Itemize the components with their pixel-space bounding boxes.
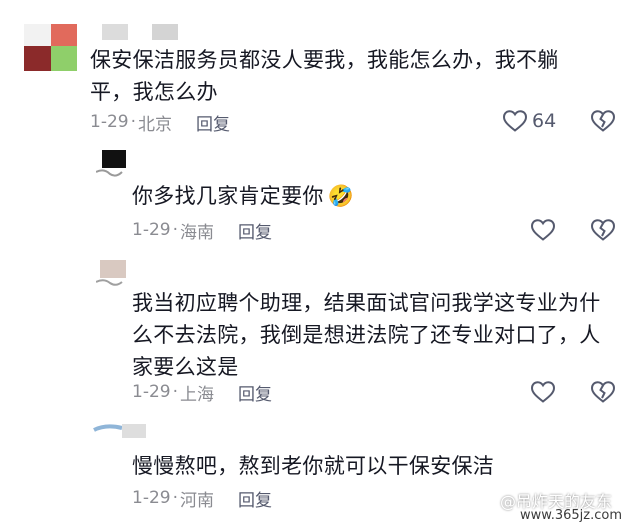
username-redacted (152, 24, 178, 40)
dislike-button[interactable] (590, 380, 616, 404)
dislike-button[interactable] (590, 218, 616, 242)
avatar[interactable] (96, 150, 128, 180)
comment-text: 你多找几家肯定要你 🤣 (132, 180, 552, 212)
avatar[interactable] (24, 24, 77, 71)
comment-text-content: 你多找几家肯定要你 (132, 184, 324, 208)
heart-icon (502, 109, 528, 133)
comment-location: 北京 (138, 114, 172, 135)
watermark-url: www.365jz.com (520, 508, 622, 523)
comment-screen: { "comments": [ { "text": "保安保洁服务员都没人要我，… (0, 0, 640, 525)
comment-date: 1-29 (132, 382, 171, 402)
comment-text: 我当初应聘个助理，结果面试官问我学这专业为什么不去法院，我倒是想进法院了还专业对… (132, 291, 601, 379)
like-button[interactable]: 64 (502, 109, 556, 133)
broken-heart-icon (590, 110, 616, 132)
comment-meta: 1-29 · 北京 回复 (90, 110, 230, 135)
comment-date: 1-29 (90, 112, 129, 132)
like-button[interactable] (530, 380, 556, 404)
comment-location: 河南 (180, 490, 214, 511)
avatar[interactable] (92, 422, 152, 442)
heart-icon (530, 219, 556, 241)
reply-button[interactable]: 回复 (238, 380, 272, 405)
meta-separator: · (172, 220, 178, 240)
avatar[interactable] (96, 258, 128, 288)
dislike-button[interactable] (590, 109, 616, 133)
meta-separator: · (172, 382, 178, 402)
reply-button[interactable]: 回复 (238, 218, 272, 243)
heart-icon (530, 381, 556, 403)
reply-button[interactable]: 回复 (196, 110, 230, 135)
comment-date: 1-29 (132, 220, 171, 240)
broken-heart-icon (590, 381, 616, 403)
like-button[interactable] (530, 218, 556, 242)
laughing-emoji-icon: 🤣 (327, 184, 355, 208)
broken-heart-icon (590, 219, 616, 241)
like-count: 64 (532, 110, 557, 132)
comment-meta: 1-29 · 海南 回复 (132, 218, 272, 243)
meta-separator: · (130, 112, 136, 132)
comment-text: 保安保洁服务员都没人要我，我能怎么办，我不躺平，我怎么办 (90, 48, 559, 104)
comment-date: 1-29 (132, 488, 171, 508)
username-redacted (102, 24, 128, 40)
comment-text: 慢慢熬吧，熬到老你就可以干保安保洁 (132, 454, 495, 478)
comment-location: 海南 (180, 222, 214, 243)
comment-location: 上海 (180, 384, 214, 405)
meta-separator: · (172, 488, 178, 508)
reply-button[interactable]: 回复 (238, 486, 272, 511)
comment-meta: 1-29 · 上海 回复 (132, 380, 272, 405)
comment-meta: 1-29 · 河南 回复 (132, 486, 272, 511)
